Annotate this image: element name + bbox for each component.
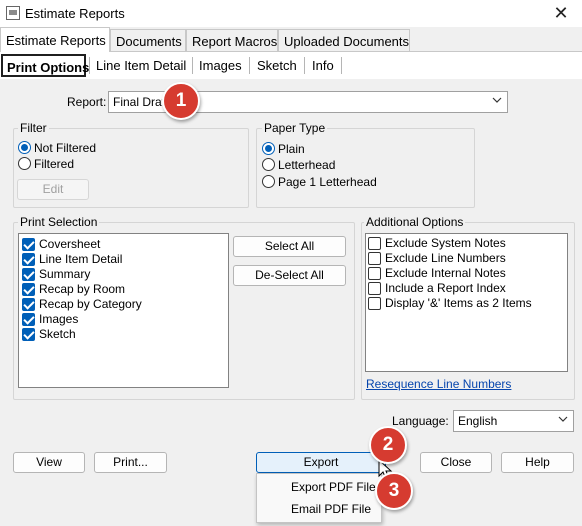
list-item: Display '&' Items as 2 Items <box>385 296 532 310</box>
window-title: Estimate Reports <box>25 6 125 21</box>
view-button[interactable]: View <box>13 452 85 473</box>
export-button[interactable]: Export <box>256 452 386 473</box>
paper-type-title: Paper Type <box>262 121 328 135</box>
checkbox-recap-by-category[interactable] <box>22 298 35 311</box>
language-value: English <box>458 414 498 428</box>
close-icon[interactable]: ✕ <box>545 2 577 24</box>
print-selection-title: Print Selection <box>18 215 100 229</box>
step-badge-3: 3 <box>375 472 413 510</box>
chevron-down-icon <box>558 416 568 422</box>
help-button[interactable]: Help <box>501 452 574 473</box>
radio-filtered[interactable] <box>18 157 31 170</box>
additional-options-title: Additional Options <box>364 215 466 229</box>
step-badge-2: 2 <box>369 426 407 464</box>
resequence-link[interactable]: Resequence Line Numbers <box>366 377 511 391</box>
tab-uploaded-documents[interactable]: Uploaded Documents <box>278 29 410 51</box>
list-item: Exclude Internal Notes <box>385 266 506 280</box>
checkbox-exclude-system-notes[interactable] <box>368 237 381 250</box>
subtab-separator <box>341 57 342 74</box>
radio-label: Not Filtered <box>34 141 97 155</box>
checkbox-include-report-index[interactable] <box>368 282 381 295</box>
subtab-separator <box>249 57 250 74</box>
language-select[interactable]: English <box>453 410 574 432</box>
app-icon <box>6 6 20 20</box>
filter-title: Filter <box>18 121 49 135</box>
checkbox-recap-by-room[interactable] <box>22 283 35 296</box>
checkbox-display-amp-items[interactable] <box>368 297 381 310</box>
checkbox-sketch[interactable] <box>22 328 35 341</box>
checkbox-coversheet[interactable] <box>22 238 35 251</box>
radio-not-filtered[interactable] <box>18 141 31 154</box>
chevron-down-icon <box>492 97 502 103</box>
report-value: Final Draft <box>113 95 169 109</box>
print-button[interactable]: Print... <box>94 452 167 473</box>
deselect-all-button[interactable]: De-Select All <box>233 265 346 286</box>
list-item: Summary <box>39 267 91 281</box>
checkbox-images[interactable] <box>22 313 35 326</box>
list-item: Images <box>39 312 79 326</box>
subtab-separator <box>304 57 305 74</box>
select-all-button[interactable]: Select All <box>233 236 346 257</box>
list-item: Include a Report Index <box>385 281 506 295</box>
menu-item-email-pdf[interactable]: Email PDF File <box>291 502 371 516</box>
checkbox-summary[interactable] <box>22 268 35 281</box>
radio-label: Filtered <box>34 157 75 171</box>
subtab-images[interactable]: Images <box>193 52 250 79</box>
list-item: Recap by Room <box>39 282 126 296</box>
step-badge-1: 1 <box>162 82 200 120</box>
radio-label: Letterhead <box>278 158 336 172</box>
list-item: Sketch <box>39 327 76 341</box>
subtab-print-options[interactable]: Print Options <box>1 54 89 77</box>
tab-estimate-reports[interactable]: Estimate Reports <box>0 27 110 52</box>
list-item: Coversheet <box>39 237 101 251</box>
tab-report-macros[interactable]: Report Macros <box>186 29 278 51</box>
list-item: Recap by Category <box>39 297 142 311</box>
list-item: Line Item Detail <box>39 252 123 266</box>
edit-button[interactable]: Edit <box>17 179 89 200</box>
close-button[interactable]: Close <box>420 452 492 473</box>
radio-label: Plain <box>278 142 305 156</box>
subtab-line-item-detail[interactable]: Line Item Detail <box>90 52 194 79</box>
language-label: Language: <box>392 414 449 428</box>
radio-page1-letterhead[interactable] <box>262 175 275 188</box>
menu-item-export-pdf[interactable]: Export PDF File <box>291 480 376 494</box>
checkbox-exclude-line-numbers[interactable] <box>368 252 381 265</box>
radio-letterhead[interactable] <box>262 158 275 171</box>
tab-documents[interactable]: Documents <box>110 29 186 51</box>
radio-label: Page 1 Letterhead <box>278 175 377 189</box>
report-label: Report: <box>67 95 107 109</box>
checkbox-line-item-detail[interactable] <box>22 253 35 266</box>
subtab-sketch[interactable]: Sketch <box>251 52 305 79</box>
list-item: Exclude System Notes <box>385 236 506 250</box>
list-item: Exclude Line Numbers <box>385 251 506 265</box>
checkbox-exclude-internal-notes[interactable] <box>368 267 381 280</box>
subtab-info[interactable]: Info <box>306 52 342 79</box>
radio-plain[interactable] <box>262 142 275 155</box>
